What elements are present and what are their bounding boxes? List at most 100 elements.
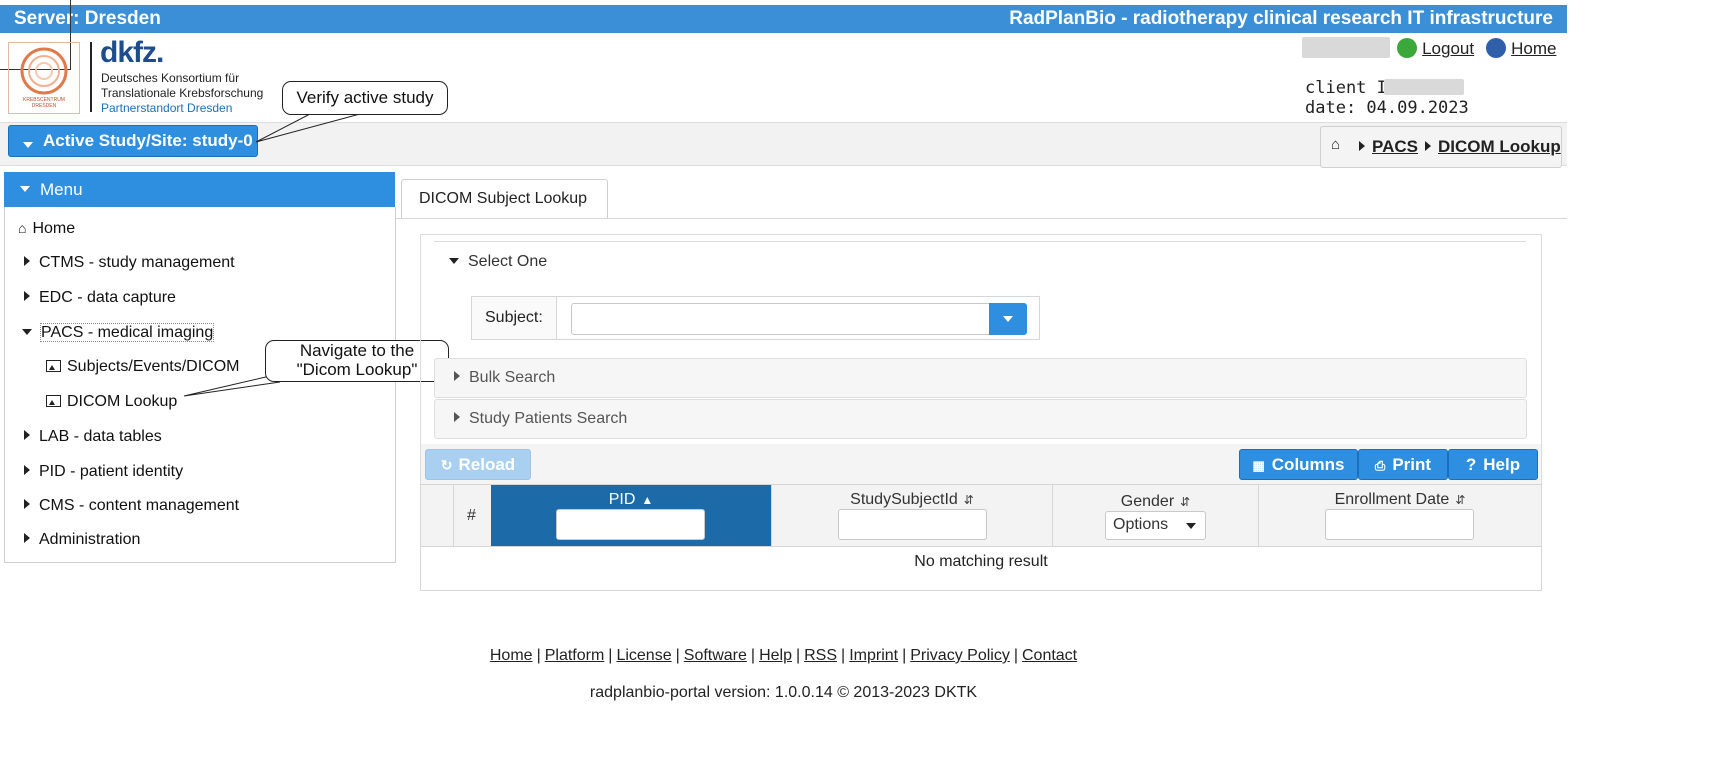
breadcrumb-separator-icon (1359, 141, 1365, 151)
column-header-enrollment-date[interactable]: Enrollment Date ⇵ (1259, 485, 1541, 546)
study-patients-search-accordion[interactable]: Study Patients Search (434, 399, 1527, 439)
separator: | (750, 647, 756, 664)
subject-label: Subject: (485, 309, 543, 326)
logout-label: Logout (1422, 39, 1475, 58)
server-label: Server: Dresden (14, 8, 161, 29)
menu-item-administration[interactable]: Administration (24, 531, 140, 549)
divider (434, 241, 1526, 242)
collapse-icon (449, 258, 459, 264)
logout-link[interactable]: Logout (1397, 38, 1474, 59)
menu-item-ctms[interactable]: CTMS - study management (24, 254, 235, 272)
footer-link-license[interactable]: License (616, 647, 671, 664)
column-header-index: # (453, 485, 492, 546)
menu-item-label: EDC - data capture (39, 289, 176, 306)
pid-filter-input[interactable] (556, 509, 705, 540)
home-label: Home (1511, 39, 1557, 58)
breadcrumb-pacs[interactable]: PACS (1372, 137, 1418, 157)
footer-link-platform[interactable]: Platform (545, 647, 605, 664)
refresh-icon: ↻ (440, 457, 453, 473)
footer-link-imprint[interactable]: Imprint (849, 647, 898, 664)
subject-selector-row: Subject: (471, 296, 1040, 340)
study-subject-id-filter-input[interactable] (838, 509, 987, 540)
subject-dropdown-button[interactable] (989, 303, 1027, 335)
krebscentrum-logo: KREBSCENTRUM DRESDEN (8, 42, 80, 114)
separator: | (1013, 647, 1018, 664)
footer-link-contact[interactable]: Contact (1022, 647, 1077, 664)
breadcrumb-separator-icon (1425, 141, 1431, 151)
expand-icon (24, 291, 30, 301)
select-one-toggle[interactable]: Select One (449, 253, 547, 271)
chevron-down-icon (23, 142, 33, 148)
select-one-label: Select One (468, 253, 548, 270)
logo-divider (90, 42, 92, 112)
menu-item-dicom-lookup[interactable]: DICOM Lookup (46, 393, 177, 411)
footer-link-help[interactable]: Help (759, 647, 792, 664)
menu-item-label: PID - patient identity (39, 463, 184, 480)
current-date: date: 04.09.2023 (1305, 98, 1469, 118)
chevron-down-icon (20, 186, 30, 192)
username-redacted (1302, 37, 1390, 58)
dkfz-logo: dkfz. (100, 36, 164, 69)
separator: | (536, 647, 541, 664)
reload-button[interactable]: ↻ Reload (425, 449, 531, 480)
menu-item-pacs[interactable]: PACS - medical imaging (22, 323, 215, 342)
tab-border (395, 218, 1567, 219)
menu-header[interactable]: Menu (4, 172, 395, 207)
column-header-study-subject-id[interactable]: StudySubjectId ⇵ (772, 485, 1053, 546)
home-icon[interactable]: ⌂ (1331, 136, 1340, 153)
help-button[interactable]: ? Help (1448, 449, 1538, 480)
tab-label: DICOM Subject Lookup (419, 190, 588, 207)
expand-icon (24, 533, 30, 543)
image-icon (46, 395, 61, 407)
menu-title: Menu (40, 180, 83, 199)
footer-link-home[interactable]: Home (490, 647, 533, 664)
chevron-down-icon (1003, 316, 1013, 322)
sort-icon: ⇵ (1180, 495, 1191, 509)
consortium-text: Deutsches Konsortium für Translationale … (101, 71, 263, 116)
tab-dicom-subject-lookup[interactable]: DICOM Subject Lookup (401, 179, 608, 219)
subject-label-cell: Subject: (472, 297, 557, 339)
menu-item-label: PACS - medical imaging (39, 323, 215, 342)
collapse-icon (22, 329, 32, 335)
menu-item-label: Administration (39, 531, 141, 548)
bulk-search-accordion[interactable]: Bulk Search (434, 358, 1527, 398)
active-study-button[interactable]: Active Study/Site: study-0 (8, 125, 258, 157)
consortium-line-2: Translationale Krebsforschung (101, 86, 264, 100)
enrollment-date-filter-input[interactable] (1325, 509, 1474, 540)
results-table: # PID ▲ StudySubjectId ⇵ Gender ⇵ Options E… (420, 484, 1542, 591)
top-bar: Server: Dresden RadPlanBio - radiotherap… (0, 5, 1567, 33)
column-header-gender[interactable]: Gender ⇵ Options (1053, 485, 1259, 546)
version-text: radplanbio-portal version: 1.0.0.14 © 20… (589, 684, 978, 701)
study-patients-search-label: Study Patients Search (469, 410, 628, 427)
footer-link-rss[interactable]: RSS (804, 647, 837, 664)
callout-verify-study: Verify active study (282, 81, 448, 115)
callout-pointer (255, 113, 361, 143)
separator: | (795, 647, 801, 664)
active-study-label: Active Study/Site: study-0 (43, 131, 253, 150)
expand-icon (454, 371, 460, 381)
footer-link-privacy-policy[interactable]: Privacy Policy (910, 647, 1010, 664)
menu-item-edc[interactable]: EDC - data capture (24, 289, 176, 307)
seal-text: KREBSCENTRUM DRESDEN (23, 97, 65, 109)
print-button[interactable]: ⎙ Print (1358, 449, 1448, 480)
consortium-line-1: Deutsches Konsortium für (101, 71, 240, 85)
expand-icon (24, 256, 30, 266)
reload-label: Reload (458, 455, 516, 474)
column-header-pid[interactable]: PID ▲ (491, 485, 772, 546)
gender-filter-select[interactable]: Options (1105, 511, 1206, 540)
consortium-line-3: Partnerstandort Dresden (101, 101, 233, 115)
menu-item-home[interactable]: ⌂ Home (18, 220, 75, 238)
menu-item-pid[interactable]: PID - patient identity (24, 463, 183, 481)
column-label: Enrollment Date (1334, 491, 1450, 508)
footer-link-software[interactable]: Software (684, 647, 747, 664)
menu-item-lab[interactable]: LAB - data tables (24, 428, 162, 446)
columns-button[interactable]: ▦ Columns (1239, 449, 1358, 480)
home-link[interactable]: Home (1486, 38, 1556, 59)
menu-item-cms[interactable]: CMS - content management (24, 497, 239, 515)
separator: | (675, 647, 680, 664)
sort-icon: ⇵ (1455, 493, 1466, 507)
subject-input[interactable] (571, 303, 991, 335)
column-label: StudySubjectId (850, 491, 958, 508)
bulk-search-label: Bulk Search (469, 369, 556, 386)
breadcrumb-dicom-lookup[interactable]: DICOM Lookup (1438, 137, 1561, 157)
